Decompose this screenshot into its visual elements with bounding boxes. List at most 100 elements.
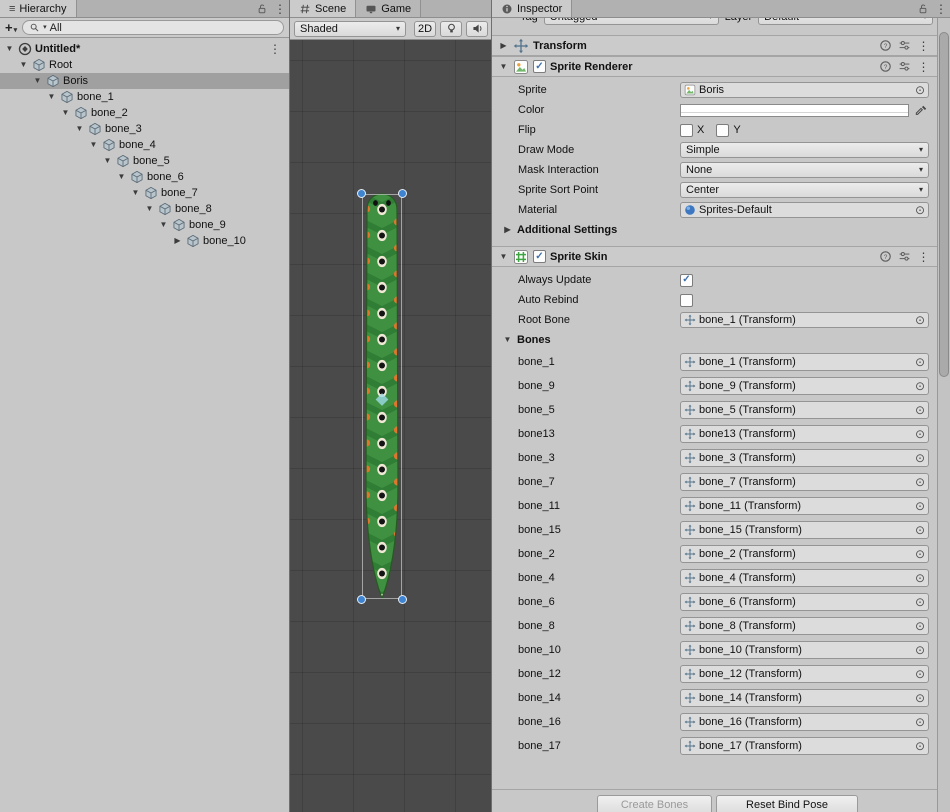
presets-icon[interactable] — [897, 249, 912, 264]
help-icon[interactable]: ? — [878, 38, 893, 53]
layer-dropdown[interactable]: Default ▾ — [758, 18, 933, 25]
scene-viewport[interactable] — [290, 40, 491, 812]
help-icon[interactable]: ? — [878, 249, 893, 264]
bone-object-field[interactable]: bone_10 (Transform)⊙ — [680, 641, 929, 659]
tree-item-bone_3[interactable]: ▼bone_3 — [0, 121, 289, 137]
bone-object-field[interactable]: bone_6 (Transform)⊙ — [680, 593, 929, 611]
object-picker-icon[interactable]: ⊙ — [912, 524, 928, 536]
foldout-open-icon[interactable]: ▼ — [88, 141, 99, 149]
shading-mode-dropdown[interactable]: Shaded ▾ — [294, 21, 406, 37]
bone-object-field[interactable]: bone_7 (Transform)⊙ — [680, 473, 929, 491]
object-picker-icon[interactable]: ⊙ — [912, 84, 928, 96]
tab-hierarchy[interactable]: ≡ Hierarchy — [0, 0, 77, 17]
bone-object-field[interactable]: bone_15 (Transform)⊙ — [680, 521, 929, 539]
tree-item-bone_4[interactable]: ▼bone_4 — [0, 137, 289, 153]
bone-object-field[interactable]: bone_4 (Transform)⊙ — [680, 569, 929, 587]
auto-rebind-checkbox[interactable] — [680, 294, 693, 307]
tree-item-bone_9[interactable]: ▼bone_9 — [0, 217, 289, 233]
tree-item-root[interactable]: ▼Root — [0, 57, 289, 73]
tab-inspector[interactable]: Inspector — [492, 0, 572, 17]
search-input[interactable]: ▾ All — [22, 20, 284, 35]
selection-handle-top-left[interactable] — [357, 189, 366, 198]
object-picker-icon[interactable]: ⊙ — [912, 716, 928, 728]
foldout-open-icon[interactable]: ▼ — [46, 93, 57, 101]
kebab-menu-icon[interactable]: ⋮ — [916, 249, 931, 264]
bone-object-field[interactable]: bone_11 (Transform)⊙ — [680, 497, 929, 515]
object-picker-icon[interactable]: ⊙ — [912, 740, 928, 752]
tag-dropdown[interactable]: Untagged ▾ — [544, 18, 719, 25]
lighting-toggle-icon[interactable] — [440, 21, 462, 37]
flip-x-checkbox[interactable] — [680, 124, 693, 137]
color-swatch[interactable] — [680, 104, 909, 117]
scrollbar-thumb[interactable] — [939, 32, 949, 377]
object-picker-icon[interactable]: ⊙ — [912, 428, 928, 440]
foldout-closed-icon[interactable]: ▶ — [498, 42, 509, 50]
inspector-scrollbar[interactable] — [937, 18, 950, 812]
mask-interaction-dropdown[interactable]: None ▾ — [680, 162, 929, 178]
material-object-field[interactable]: Sprites-Default ⊙ — [680, 202, 929, 218]
tree-item-boris[interactable]: ▼Boris — [0, 73, 289, 89]
object-picker-icon[interactable]: ⊙ — [912, 596, 928, 608]
kebab-menu-icon[interactable]: ⋮ — [271, 0, 289, 17]
bone-object-field[interactable]: bone_9 (Transform)⊙ — [680, 377, 929, 395]
transform-component-header[interactable]: ▶ Transform ? ⋮ — [492, 35, 937, 56]
selection-handle-top-right[interactable] — [398, 189, 407, 198]
object-picker-icon[interactable]: ⊙ — [912, 668, 928, 680]
lock-icon[interactable] — [253, 0, 271, 17]
always-update-checkbox[interactable]: ✓ — [680, 274, 693, 287]
sprite-object-field[interactable]: Boris ⊙ — [680, 82, 929, 98]
search-filter-arrow-icon[interactable]: ▾ — [43, 24, 47, 31]
eyedropper-icon[interactable] — [913, 103, 929, 118]
foldout-open-icon[interactable]: ▼ — [74, 125, 85, 133]
sprite-skin-component-header[interactable]: ▼ ✓ Sprite Skin ? ⋮ — [492, 246, 937, 267]
bone-object-field[interactable]: bone_16 (Transform)⊙ — [680, 713, 929, 731]
presets-icon[interactable] — [897, 59, 912, 74]
bone-object-field[interactable]: bone_14 (Transform)⊙ — [680, 689, 929, 707]
object-picker-icon[interactable]: ⊙ — [912, 572, 928, 584]
tab-scene[interactable]: Scene — [290, 0, 356, 17]
tree-item-bone_10[interactable]: ▶bone_10 — [0, 233, 289, 249]
kebab-menu-icon[interactable]: ⋮ — [916, 59, 931, 74]
object-picker-icon[interactable]: ⊙ — [912, 476, 928, 488]
object-picker-icon[interactable]: ⊙ — [912, 204, 928, 216]
selection-handle-bottom-left[interactable] — [357, 595, 366, 604]
object-picker-icon[interactable]: ⊙ — [912, 644, 928, 656]
bones-foldout[interactable]: ▼ Bones — [492, 330, 937, 350]
lock-icon[interactable] — [914, 0, 932, 17]
draw-mode-dropdown[interactable]: Simple ▾ — [680, 142, 929, 158]
tree-item-bone_2[interactable]: ▼bone_2 — [0, 105, 289, 121]
foldout-open-icon[interactable]: ▼ — [130, 189, 141, 197]
foldout-open-icon[interactable]: ▼ — [144, 205, 155, 213]
bone-object-field[interactable]: bone_8 (Transform)⊙ — [680, 617, 929, 635]
sprite-sort-point-dropdown[interactable]: Center ▾ — [680, 182, 929, 198]
bone-object-field[interactable]: bone13 (Transform)⊙ — [680, 425, 929, 443]
selection-handle-bottom-right[interactable] — [398, 595, 407, 604]
foldout-open-icon[interactable]: ▼ — [18, 61, 29, 69]
component-enabled-checkbox[interactable]: ✓ — [533, 250, 546, 263]
create-object-button[interactable]: + ▾ — [5, 20, 17, 35]
object-picker-icon[interactable]: ⊙ — [912, 356, 928, 368]
kebab-menu-icon[interactable]: ⋮ — [916, 38, 931, 53]
tree-item-bone_1[interactable]: ▼bone_1 — [0, 89, 289, 105]
foldout-open-icon[interactable]: ▼ — [498, 253, 509, 261]
object-picker-icon[interactable]: ⊙ — [912, 500, 928, 512]
foldout-open-icon[interactable]: ▼ — [158, 221, 169, 229]
additional-settings-foldout[interactable]: ▶ Additional Settings — [492, 220, 937, 240]
foldout-open-icon[interactable]: ▼ — [116, 173, 127, 181]
reset-bind-pose-button[interactable]: Reset Bind Pose — [716, 795, 858, 812]
audio-toggle-icon[interactable] — [466, 21, 488, 37]
bone-object-field[interactable]: bone_12 (Transform)⊙ — [680, 665, 929, 683]
bone-object-field[interactable]: bone_2 (Transform)⊙ — [680, 545, 929, 563]
tab-game[interactable]: Game — [356, 0, 421, 17]
foldout-open-icon[interactable]: ▼ — [498, 63, 509, 71]
foldout-closed-icon[interactable]: ▶ — [172, 237, 183, 245]
tree-item-bone_5[interactable]: ▼bone_5 — [0, 153, 289, 169]
tree-item-bone_7[interactable]: ▼bone_7 — [0, 185, 289, 201]
object-picker-icon[interactable]: ⊙ — [912, 404, 928, 416]
foldout-open-icon[interactable]: ▼ — [32, 77, 43, 85]
sprite-renderer-component-header[interactable]: ▼ ✓ Sprite Renderer ? ⋮ — [492, 56, 937, 77]
foldout-open-icon[interactable]: ▼ — [102, 157, 113, 165]
object-picker-icon[interactable]: ⊙ — [912, 692, 928, 704]
object-picker-icon[interactable]: ⊙ — [912, 314, 928, 326]
tree-item-untitled-[interactable]: ▼Untitled*⋮ — [0, 41, 289, 57]
